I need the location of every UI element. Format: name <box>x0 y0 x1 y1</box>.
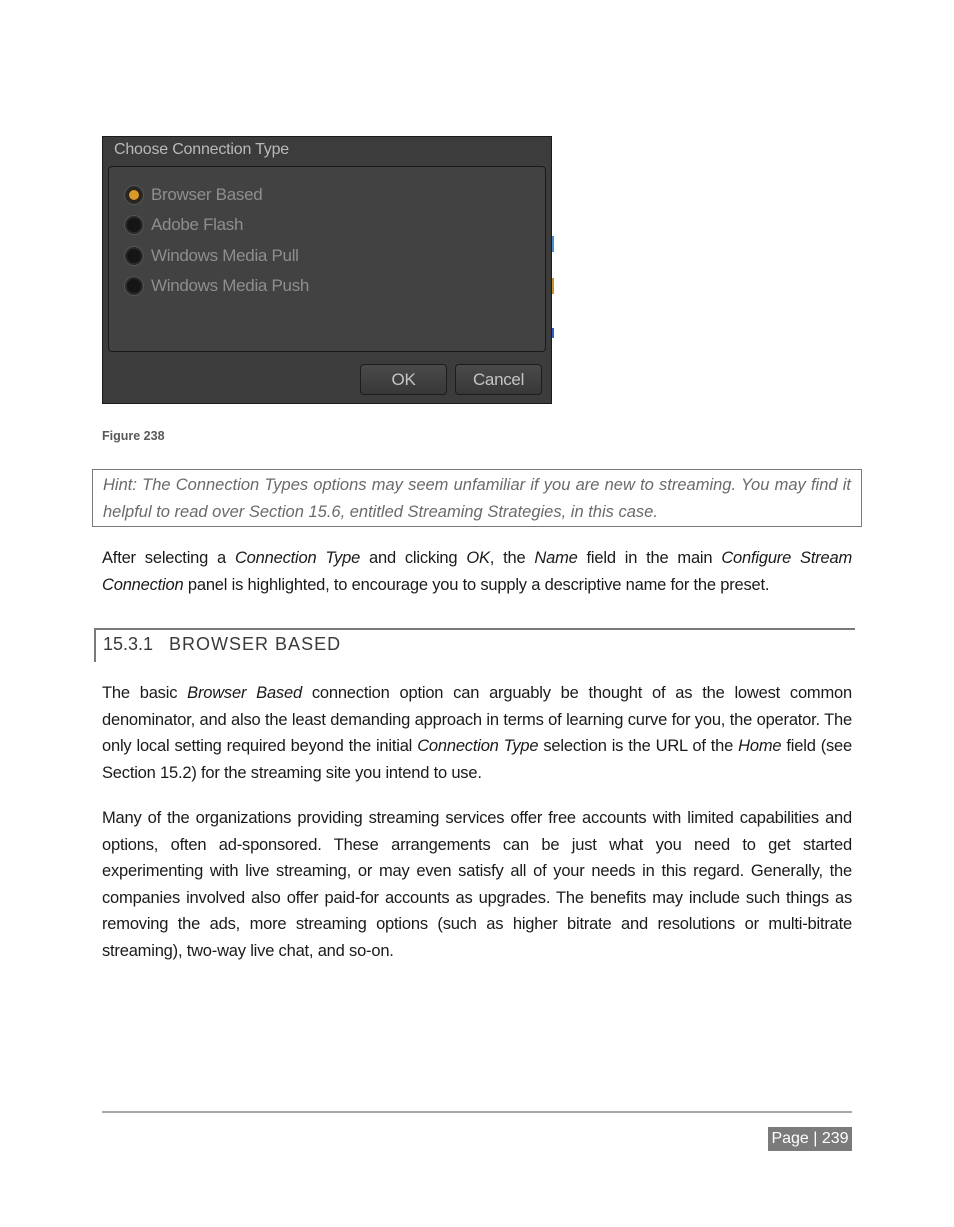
section-heading: 15.3.1 BROWSER BASED <box>103 634 341 655</box>
emphasis: Browser Based <box>187 684 302 702</box>
background-window-edge <box>552 136 554 404</box>
radio-option-windows-media-pull[interactable]: Windows Media Pull <box>125 244 299 268</box>
radio-option-windows-media-push[interactable]: Windows Media Push <box>125 274 309 298</box>
radio-unchecked-icon[interactable] <box>125 277 143 295</box>
radio-option-adobe-flash[interactable]: Adobe Flash <box>125 213 243 237</box>
emphasis: Name <box>534 549 578 567</box>
page-number: Page | 239 <box>768 1127 852 1151</box>
paragraph-browser-based: The basic Browser Based connection optio… <box>102 680 852 786</box>
figure-caption: Figure 238 <box>102 429 165 443</box>
ok-button[interactable]: OK <box>360 364 447 395</box>
connection-options-panel: Browser Based Adobe Flash Windows Media … <box>108 166 546 352</box>
radio-unchecked-icon[interactable] <box>125 216 143 234</box>
emphasis: Home <box>738 737 782 755</box>
emphasis: OK <box>466 549 490 567</box>
choose-connection-type-dialog: Choose Connection Type Browser Based Ado… <box>102 136 552 404</box>
radio-label: Adobe Flash <box>151 215 244 234</box>
text: and clicking <box>360 549 467 567</box>
cancel-button[interactable]: Cancel <box>455 364 542 395</box>
edge-mark <box>552 278 554 294</box>
paragraph-organizations: Many of the organizations providing stre… <box>102 809 852 960</box>
radio-option-browser-based[interactable]: Browser Based <box>125 183 263 207</box>
radio-checked-icon[interactable] <box>125 186 143 204</box>
text: field in the main <box>577 549 722 567</box>
hint-box: Hint: The Connection Types options may s… <box>92 469 862 527</box>
emphasis: Connection Type <box>417 737 539 755</box>
radio-unchecked-icon[interactable] <box>125 247 143 265</box>
text: panel is highlighted, to encourage you t… <box>183 575 770 594</box>
radio-label: Browser Based <box>151 185 263 204</box>
section-title: BROWSER BASED <box>169 634 342 654</box>
dialog-title: Choose Connection Type <box>114 141 289 158</box>
emphasis: Connection Type <box>234 549 361 567</box>
edge-mark <box>552 236 554 252</box>
heading-left-rule <box>94 628 96 662</box>
document-page: Choose Connection Type Browser Based Ado… <box>0 0 954 1227</box>
radio-label: Windows Media Pull <box>151 246 299 265</box>
section-number: 15.3.1 <box>103 634 154 654</box>
text: selection is the URL of the <box>538 737 739 755</box>
text: The basic <box>102 684 188 702</box>
heading-rule <box>94 628 855 630</box>
edge-mark <box>552 328 554 338</box>
paragraph-after-selecting: After selecting a Connection Type and cl… <box>102 545 852 598</box>
text: , the <box>489 549 535 567</box>
footer-rule <box>102 1111 852 1113</box>
radio-label: Windows Media Push <box>151 276 310 295</box>
text: After selecting a <box>102 549 235 567</box>
